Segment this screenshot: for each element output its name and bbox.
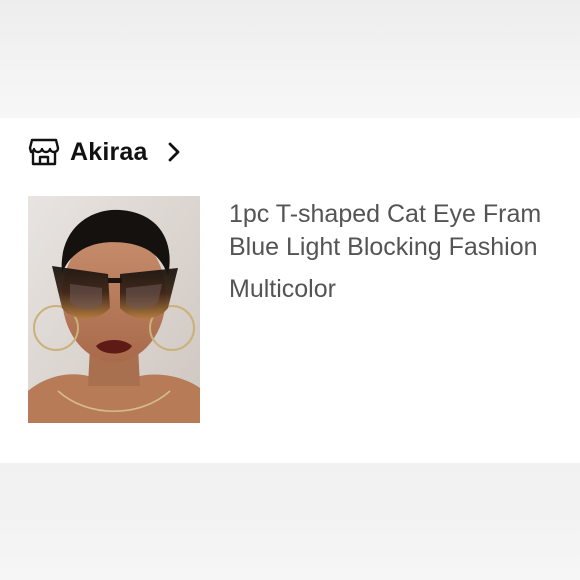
store-header[interactable]: Akiraa	[28, 136, 182, 168]
chevron-right-icon[interactable]	[166, 141, 182, 163]
product-photo	[28, 196, 200, 423]
blurred-bottom-area	[0, 463, 580, 580]
product-title-line-2[interactable]: Blue Light Blocking Fashion	[229, 231, 580, 263]
product-variant: Multicolor	[229, 275, 336, 303]
storefront-icon	[28, 138, 60, 166]
blurred-top-area	[0, 0, 580, 119]
product-title-line-1[interactable]: 1pc T-shaped Cat Eye Fram	[229, 198, 580, 230]
store-name[interactable]: Akiraa	[70, 138, 148, 167]
product-thumbnail[interactable]	[28, 196, 200, 423]
order-item-screen: Akiraa 1pc T-shaped Cat Eye Fram Blue Li…	[0, 0, 580, 580]
order-item-card: Akiraa 1pc T-shaped Cat Eye Fram Blue Li…	[0, 118, 580, 463]
